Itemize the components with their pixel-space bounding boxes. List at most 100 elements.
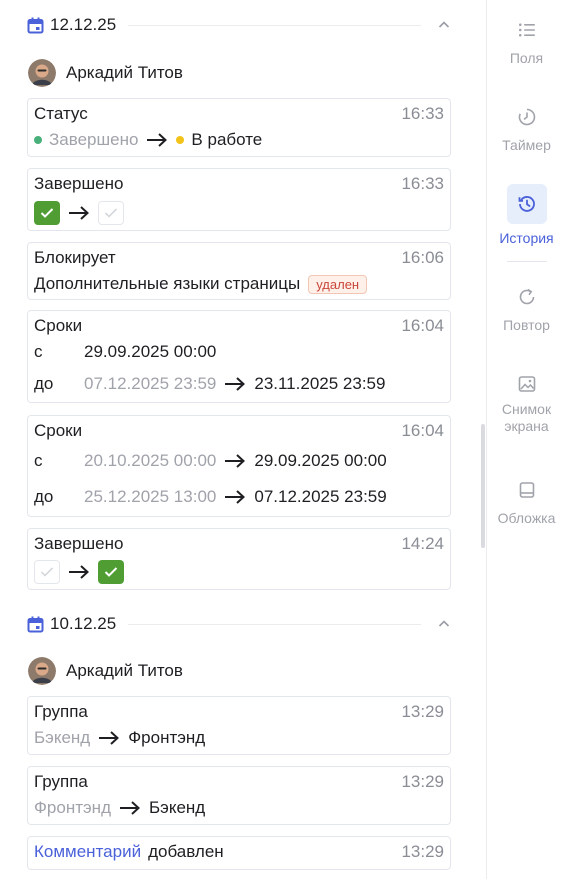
start-label: с (34, 451, 43, 470)
arrow-right-icon (120, 801, 140, 815)
sidebar-item-label: Обложка (497, 510, 556, 526)
sidebar-item-label: История (499, 230, 554, 246)
sidebar-item-history[interactable]: История (487, 184, 565, 247)
entry-title: Группа (34, 702, 88, 721)
active-highlight (506, 184, 547, 224)
timer-icon (518, 108, 535, 126)
history-entry: Завершено 16:33 (27, 168, 451, 231)
entry-title: Блокирует (34, 248, 116, 267)
group-change: Фронтэнд Бэкенд (34, 798, 205, 818)
new-value: Бэкенд (149, 798, 206, 817)
new-value: 23.11.2025 23:59 (254, 374, 386, 393)
repeat-icon (519, 288, 534, 305)
arrow-right-icon (147, 133, 168, 147)
arrow-right-icon (225, 377, 246, 391)
author-name: Аркадий Титов (66, 661, 183, 680)
sidebar-item-screenshot[interactable]: Снимок экрана (487, 374, 565, 435)
check-icon (40, 567, 54, 577)
avatar (28, 657, 56, 685)
end-date-change: до 07.12.2025 23:59 23.11.2025 23:59 (34, 374, 385, 394)
entry-time: 16:04 (401, 421, 444, 440)
start-date-change: с 29.09.2025 00:00 (34, 342, 216, 362)
blocked-task: Дополнительные языки страницы удален (34, 274, 368, 294)
history-entry: Статус 16:33 Завершено В работе (27, 98, 451, 157)
avatar (28, 59, 56, 87)
status-dot (176, 136, 185, 144)
scrollbar[interactable] (481, 424, 485, 548)
checkbox-unchecked (98, 201, 124, 225)
arrow-right-icon (225, 454, 246, 468)
sidebar: Поля Таймер История Повтор Снимок экрана… (486, 0, 565, 879)
sidebar-item-repeat[interactable]: Повтор (487, 287, 565, 334)
status-change: Завершено В работе (34, 130, 262, 150)
date-label: 12.12.25 (50, 15, 117, 34)
group-change: Бэкенд Фронтэнд (34, 728, 205, 748)
entry-title: Группа (34, 772, 88, 791)
history-panel: 12.12.25 Аркадий Титов Статус 16:33 Заве… (0, 0, 478, 879)
old-value: 25.12.2025 13:00 (84, 487, 217, 506)
arrow-right-icon (69, 565, 89, 579)
history-entry: Комментарий добавлен 13:29 (27, 836, 451, 870)
old-value: Завершено (49, 130, 139, 149)
start-date-change: с 20.10.2025 00:00 29.09.2025 00:00 (34, 451, 387, 471)
old-value: 07.12.2025 23:59 (84, 374, 217, 393)
entry-time: 13:29 (401, 702, 444, 721)
date-header[interactable]: 12.12.25 (27, 15, 451, 35)
entry-time: 13:29 (401, 772, 444, 791)
comment-link[interactable]: Комментарий (34, 842, 141, 862)
date-header[interactable]: 10.12.25 (27, 614, 451, 634)
history-entry: Сроки 16:04 с 20.10.2025 00:00 29.09.202… (27, 415, 451, 517)
calendar-icon (27, 616, 44, 632)
history-entry: Завершено 14:24 (27, 528, 451, 590)
author-name: Аркадий Титов (66, 63, 183, 82)
new-value: 29.09.2025 00:00 (84, 342, 217, 361)
sidebar-item-timer[interactable]: Таймер (487, 107, 565, 154)
history-entry: Сроки 16:04 с 29.09.2025 00:00 до 07.12.… (27, 310, 451, 403)
history-icon (518, 196, 535, 212)
entry-time: 16:33 (401, 104, 444, 123)
arrow-right-icon (69, 206, 89, 220)
sidebar-item-fields[interactable]: Поля (487, 20, 565, 67)
end-label: до (34, 487, 54, 506)
cover-icon (519, 482, 534, 498)
sidebar-item-label: Повтор (503, 317, 550, 333)
entry-title: Завершено (34, 174, 124, 193)
entry-title: Завершено (34, 534, 124, 553)
chevron-up-icon[interactable] (437, 18, 451, 32)
checkbox-change (34, 201, 124, 225)
entry-title: Статус (34, 104, 88, 123)
entry-title: Сроки (34, 421, 83, 440)
divider (128, 623, 421, 625)
calendar-icon (27, 17, 44, 33)
new-value: 07.12.2025 23:59 (254, 487, 387, 506)
arrow-right-icon (99, 731, 120, 745)
check-icon (40, 208, 54, 218)
new-value: В работе (191, 130, 263, 149)
checkbox-checked (98, 560, 124, 584)
new-value: 29.09.2025 00:00 (254, 451, 387, 470)
entry-time: 16:06 (401, 248, 444, 267)
author: Аркадий Титов (28, 59, 183, 87)
end-date-change: до 25.12.2025 13:00 07.12.2025 23:59 (34, 487, 387, 507)
checkbox-unchecked (34, 560, 60, 584)
old-value: 20.10.2025 00:00 (84, 451, 217, 470)
status-dot (34, 136, 42, 144)
divider (128, 24, 421, 26)
deleted-badge: удален (308, 274, 368, 294)
history-entry: Группа 13:29 Бэкенд Фронтэнд (27, 696, 451, 755)
date-label: 10.12.25 (50, 614, 117, 633)
entry-time: 14:24 (401, 534, 444, 553)
author: Аркадий Титов (28, 657, 183, 685)
sidebar-item-cover[interactable]: Обложка (487, 480, 565, 527)
new-value: Фронтэнд (128, 728, 206, 747)
checkbox-change (34, 560, 124, 584)
old-value: Фронтэнд (34, 798, 111, 817)
start-label: с (34, 342, 43, 361)
checkbox-checked (34, 201, 60, 225)
entry-text: добавлен (148, 842, 224, 861)
task-name[interactable]: Дополнительные языки страницы (34, 274, 300, 294)
entry-title: Сроки (34, 316, 83, 335)
check-icon (104, 208, 118, 218)
history-entry: Группа 13:29 Фронтэнд Бэкенд (27, 766, 451, 825)
chevron-up-icon[interactable] (437, 617, 451, 631)
